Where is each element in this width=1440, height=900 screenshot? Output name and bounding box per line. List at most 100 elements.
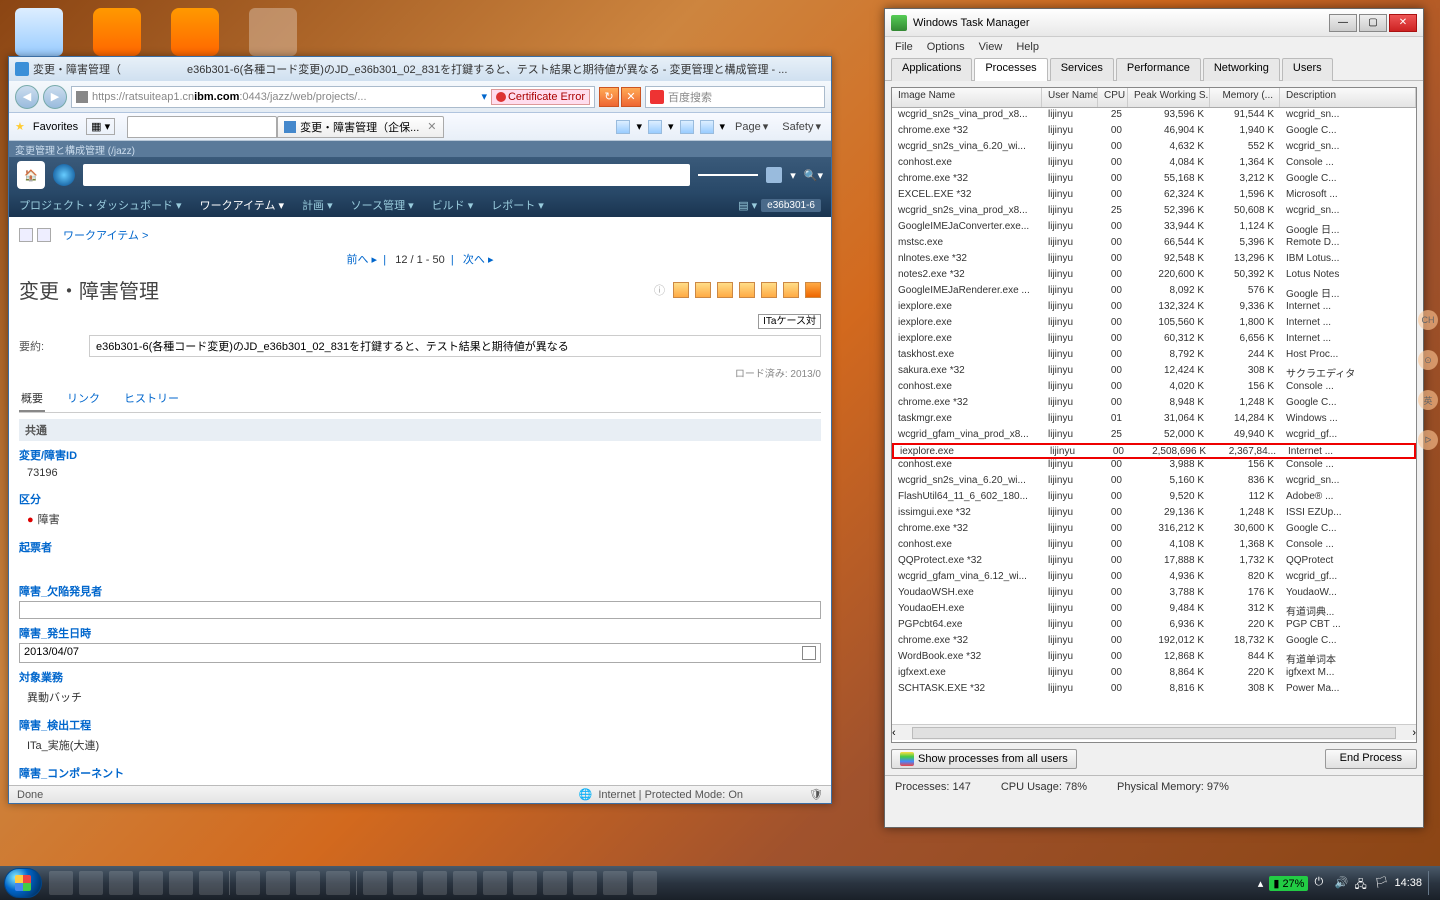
- page-menu[interactable]: Page ▾: [731, 118, 772, 135]
- table-row[interactable]: iexplore.exelijinyu0060,312 K6,656 KInte…: [892, 332, 1416, 348]
- table-row[interactable]: iexplore.exelijinyu002,508,696 K2,367,84…: [892, 443, 1416, 459]
- jazz-search[interactable]: [83, 164, 690, 186]
- end-process-button[interactable]: End Process: [1325, 749, 1417, 769]
- search-icon[interactable]: 🔍▾: [804, 169, 823, 182]
- taskbar-app-icon[interactable]: [109, 871, 133, 895]
- taskbar-app-icon[interactable]: [423, 871, 447, 895]
- menu-help[interactable]: Help: [1016, 41, 1039, 53]
- menu-file[interactable]: File: [895, 41, 913, 53]
- feeds-icon[interactable]: [648, 120, 662, 134]
- table-row[interactable]: YoudaoEH.exelijinyu009,484 K312 K有道词典...: [892, 602, 1416, 618]
- home-icon[interactable]: [616, 120, 630, 134]
- taskbar-app-icon[interactable]: [603, 871, 627, 895]
- browser-tab[interactable]: 変更・障害管理（企保... ✕: [277, 116, 443, 138]
- action-icon[interactable]: [761, 282, 777, 298]
- users-icon[interactable]: [766, 167, 782, 183]
- nav-scm[interactable]: ソース管理 ▾: [351, 197, 414, 213]
- col-user-name[interactable]: User Name: [1042, 88, 1098, 107]
- ime-ch-icon[interactable]: CH: [1418, 310, 1438, 330]
- nav-dashboard[interactable]: プロジェクト・ダッシュボード ▾: [19, 197, 182, 213]
- table-row[interactable]: chrome.exe *32lijinyu0055,168 K3,212 KGo…: [892, 172, 1416, 188]
- desktop-app-icon[interactable]: [249, 8, 297, 56]
- table-row[interactable]: iexplore.exelijinyu00132,324 K9,336 KInt…: [892, 300, 1416, 316]
- list-icon[interactable]: ▤ ▾: [738, 199, 757, 212]
- table-row[interactable]: mstsc.exelijinyu0066,544 K5,396 KRemote …: [892, 236, 1416, 252]
- refresh-button[interactable]: ↻: [599, 87, 619, 107]
- start-button[interactable]: [4, 868, 42, 898]
- table-row[interactable]: wcgrid_sn2s_vina_6.20_wi...lijinyu004,63…: [892, 140, 1416, 156]
- nav-reports[interactable]: レポート ▾: [491, 197, 544, 213]
- favorites-label[interactable]: Favorites: [33, 121, 78, 133]
- mail-icon[interactable]: [680, 120, 694, 134]
- table-row[interactable]: iexplore.exelijinyu00105,560 K1,800 KInt…: [892, 316, 1416, 332]
- tab-overview[interactable]: 概要: [19, 386, 45, 412]
- table-row[interactable]: issimgui.exe *32lijinyu0029,136 K1,248 K…: [892, 506, 1416, 522]
- ime-indicator-icon[interactable]: ⊙: [1418, 350, 1438, 370]
- search-box[interactable]: 百度搜索: [645, 86, 825, 108]
- taskbar-app-icon[interactable]: [633, 871, 657, 895]
- tab-networking[interactable]: Networking: [1203, 58, 1280, 81]
- forward-button[interactable]: ▶: [43, 85, 67, 109]
- table-row[interactable]: wcgrid_sn2s_vina_prod_x8...lijinyu2593,5…: [892, 108, 1416, 124]
- taskbar-app-icon[interactable]: [236, 871, 260, 895]
- table-row[interactable]: sakura.exe *32lijinyu0012,424 K308 Kサクラエ…: [892, 364, 1416, 380]
- close-button[interactable]: ✕: [1389, 14, 1417, 32]
- table-row[interactable]: wcgrid_sn2s_vina_6.20_wi...lijinyu005,16…: [892, 474, 1416, 490]
- grid-button[interactable]: ▦ ▾: [86, 118, 115, 135]
- table-row[interactable]: conhost.exelijinyu003,988 K156 KConsole …: [892, 458, 1416, 474]
- taskbar-app-icon[interactable]: [79, 871, 103, 895]
- action-icon[interactable]: [695, 282, 711, 298]
- tray-expand-icon[interactable]: ▴: [1258, 877, 1264, 890]
- col-description[interactable]: Description: [1280, 88, 1416, 107]
- taskbar-app-icon[interactable]: [296, 871, 320, 895]
- table-row[interactable]: wcgrid_sn2s_vina_prod_x8...lijinyu2552,3…: [892, 204, 1416, 220]
- project-pill[interactable]: e36b301-6: [761, 199, 821, 212]
- tray-icon[interactable]: ⏻: [1314, 876, 1328, 890]
- menu-options[interactable]: Options: [927, 41, 965, 53]
- table-row[interactable]: chrome.exe *32lijinyu00316,212 K30,600 K…: [892, 522, 1416, 538]
- nav-builds[interactable]: ビルド ▾: [432, 197, 474, 213]
- table-row[interactable]: QQProtect.exe *32lijinyu0017,888 K1,732 …: [892, 554, 1416, 570]
- table-row[interactable]: wcgrid_gfam_vina_6.12_wi...lijinyu004,93…: [892, 570, 1416, 586]
- menu-view[interactable]: View: [979, 41, 1003, 53]
- summary-input[interactable]: e36b301-6(各種コード変更)のJD_e36b301_02_831を打鍵す…: [89, 335, 821, 357]
- table-row[interactable]: EXCEL.EXE *32lijinyu0062,324 K1,596 KMic…: [892, 188, 1416, 204]
- sidebar-toggle2-icon[interactable]: [37, 228, 51, 242]
- ie-titlebar[interactable]: 変更・障害管理（ e36b301-6(各種コード変更)のJD_e36b301_0…: [9, 57, 831, 81]
- table-row[interactable]: chrome.exe *32lijinyu00192,012 K18,732 K…: [892, 634, 1416, 650]
- table-row[interactable]: notes2.exe *32lijinyu00220,600 K50,392 K…: [892, 268, 1416, 284]
- taskbar-app-icon[interactable]: [169, 871, 193, 895]
- table-row[interactable]: taskhost.exelijinyu008,792 K244 KHost Pr…: [892, 348, 1416, 364]
- table-row[interactable]: chrome.exe *32lijinyu0046,904 K1,940 KGo…: [892, 124, 1416, 140]
- print-icon[interactable]: [700, 120, 714, 134]
- favorites-star-icon[interactable]: ★: [15, 120, 25, 133]
- field-date-input[interactable]: 2013/04/07: [19, 643, 821, 663]
- table-row[interactable]: GoogleIMEJaConverter.exe...lijinyu0033,9…: [892, 220, 1416, 236]
- calendar-icon[interactable]: [802, 646, 816, 660]
- tab-performance[interactable]: Performance: [1116, 58, 1201, 81]
- col-peak-ws[interactable]: Peak Working S...: [1128, 88, 1210, 107]
- tab-history[interactable]: ヒストリー: [122, 386, 181, 412]
- action-icon[interactable]: [805, 282, 821, 298]
- col-memory[interactable]: Memory (...: [1210, 88, 1280, 107]
- clock[interactable]: 14:38: [1394, 877, 1422, 889]
- show-all-users-button[interactable]: Show processes from all users: [891, 749, 1077, 769]
- tab-services[interactable]: Services: [1050, 58, 1114, 81]
- table-row[interactable]: GoogleIMEJaRenderer.exe ...lijinyu008,09…: [892, 284, 1416, 300]
- blank-tab[interactable]: [127, 116, 277, 138]
- taskbar-app-icon[interactable]: [326, 871, 350, 895]
- tab-applications[interactable]: Applications: [891, 58, 972, 81]
- tab-processes[interactable]: Processes: [974, 58, 1047, 81]
- table-row[interactable]: chrome.exe *32lijinyu008,948 K1,248 KGoo…: [892, 396, 1416, 412]
- table-row[interactable]: nlnotes.exe *32lijinyu0092,548 K13,296 K…: [892, 252, 1416, 268]
- back-button[interactable]: ◀: [15, 85, 39, 109]
- taskbar-app-icon[interactable]: [199, 871, 223, 895]
- table-row[interactable]: YoudaoWSH.exelijinyu003,788 K176 KYoudao…: [892, 586, 1416, 602]
- ime-lang-icon[interactable]: 英: [1418, 390, 1438, 410]
- table-row[interactable]: conhost.exelijinyu004,084 K1,364 KConsol…: [892, 156, 1416, 172]
- taskbar-explorer-icon[interactable]: [49, 871, 73, 895]
- ime-expand-icon[interactable]: ᐅ: [1418, 430, 1438, 450]
- tray-icon[interactable]: 🔊: [1334, 876, 1348, 890]
- address-bar[interactable]: https://ratsuiteap1.cnibm.com:0443/jazz/…: [71, 86, 595, 108]
- ita-case-badge[interactable]: ITaケース対: [758, 314, 821, 329]
